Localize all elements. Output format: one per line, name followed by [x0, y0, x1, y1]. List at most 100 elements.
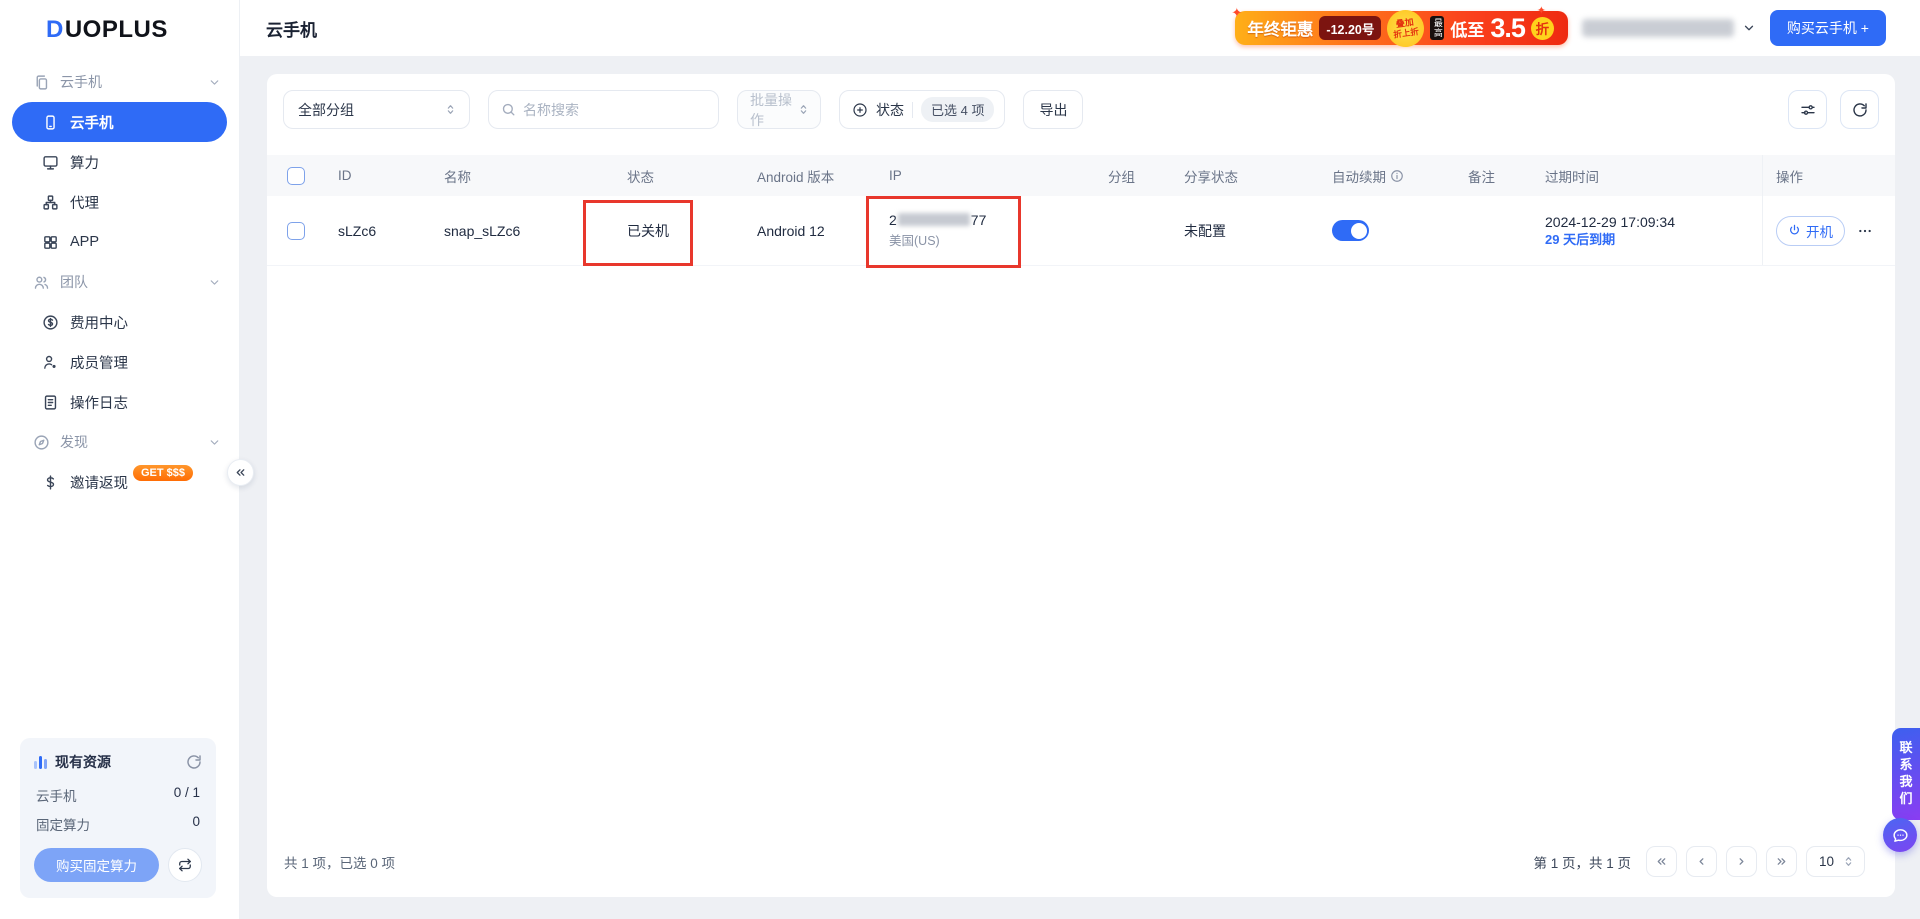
swap-resource-button[interactable]	[168, 848, 202, 882]
more-actions-button[interactable]	[1854, 220, 1876, 242]
divider	[912, 102, 913, 118]
status-filter-label: 状态	[876, 100, 904, 120]
status-selected-count: 已选 4 项	[921, 97, 994, 122]
refresh-list-button[interactable]	[1840, 90, 1879, 129]
column-header-name: 名称	[431, 155, 614, 196]
account-menu[interactable]	[1582, 19, 1756, 37]
sidebar-item-label: 邀请返现	[70, 472, 128, 493]
toolbar: 全部分组 批量操作 状态 已选 4 项 导出	[267, 74, 1895, 129]
sidebar-item-proxy[interactable]: 代理	[12, 182, 227, 222]
next-page-button[interactable]	[1726, 846, 1757, 877]
cell-id: sLZc6	[325, 196, 431, 265]
sidebar-item-logs[interactable]: 操作日志	[12, 382, 227, 422]
page-title: 云手机	[266, 16, 317, 41]
refresh-icon[interactable]	[186, 754, 202, 770]
batch-actions-select[interactable]: 批量操作	[737, 90, 821, 129]
auto-renew-toggle[interactable]	[1332, 220, 1369, 241]
sidebar-item-label: 算力	[70, 152, 99, 173]
updown-chevron-icon	[797, 103, 810, 116]
chevron-left-icon	[1695, 855, 1708, 868]
toggle-knob	[1351, 223, 1367, 239]
sparkle-icon: ✦	[1231, 5, 1242, 21]
resource-row-fixed-compute: 固定算力 0	[36, 814, 200, 834]
column-header-actions: 操作	[1762, 155, 1895, 196]
sliders-icon	[1800, 102, 1816, 118]
group-filter-select[interactable]: 全部分组	[283, 90, 470, 129]
sidebar-group-label: 云手机	[60, 72, 102, 92]
select-all-checkbox[interactable]	[287, 167, 305, 185]
bar-chart-icon	[34, 756, 47, 769]
column-settings-button[interactable]	[1788, 90, 1827, 129]
resource-panel: 现有资源 云手机 0 / 1 固定算力 0 购买固定算力	[20, 738, 216, 898]
sidebar: DUOPLUS 云手机 云手机 算力 代理 APP 团队 费用中心 成员管理 操…	[0, 0, 240, 919]
updown-chevron-icon	[444, 103, 457, 116]
account-name-redacted	[1582, 19, 1734, 37]
sidebar-group-cloud-phone[interactable]: 云手机	[0, 62, 239, 102]
prev-page-button[interactable]	[1686, 846, 1717, 877]
sidebar-item-cloud-phone[interactable]: 云手机	[12, 102, 227, 142]
promo-date-badge: -12.20号	[1319, 16, 1381, 40]
cell-status: 已关机	[614, 196, 744, 265]
cell-remark	[1455, 196, 1532, 265]
contact-us-tab[interactable]: 联系我们	[1892, 728, 1920, 820]
column-header-expire: 过期时间	[1532, 155, 1762, 196]
sidebar-item-app[interactable]: APP	[12, 222, 227, 262]
sidebar-group-label: 团队	[60, 272, 88, 292]
page-size-value: 10	[1819, 854, 1834, 869]
team-icon	[33, 274, 50, 291]
buy-fixed-compute-button[interactable]: 购买固定算力	[34, 848, 159, 882]
promo-low-to: 低至	[1450, 16, 1484, 41]
dollar-icon	[42, 474, 59, 491]
monitor-icon	[42, 154, 59, 171]
cloud-phone-list-card: 全部分组 批量操作 状态 已选 4 项 导出	[267, 74, 1895, 897]
sidebar-item-compute[interactable]: 算力	[12, 142, 227, 182]
chat-bubble-button[interactable]	[1883, 818, 1917, 852]
chat-icon	[1892, 827, 1909, 844]
info-icon[interactable]	[1390, 169, 1404, 183]
resource-panel-title: 现有资源	[55, 752, 111, 772]
sidebar-group-team[interactable]: 团队	[0, 262, 239, 302]
sidebar-item-members[interactable]: 成员管理	[12, 342, 227, 382]
cell-name: snap_sLZc6	[431, 196, 614, 265]
cell-auto-renew	[1319, 196, 1455, 265]
status-filter-chip[interactable]: 状态 已选 4 项	[839, 90, 1005, 129]
export-button[interactable]: 导出	[1023, 90, 1083, 129]
sidebar-group-discover[interactable]: 发现	[0, 422, 239, 462]
logo-letter-d: D	[46, 16, 64, 44]
pagination-summary: 共 1 项，已选 0 项	[284, 852, 395, 872]
sidebar-collapse-button[interactable]	[227, 459, 254, 486]
cell-ip: 277 美国(US)	[876, 196, 1095, 265]
chevron-right-icon	[1735, 855, 1748, 868]
resource-label: 固定算力	[36, 814, 90, 834]
power-on-label: 开机	[1806, 221, 1833, 241]
contact-us-label: 联系我们	[1899, 739, 1913, 807]
sidebar-item-label: 费用中心	[70, 312, 128, 333]
sidebar-item-invite[interactable]: 邀请返现 GET $$$	[12, 462, 227, 502]
chevron-down-icon	[208, 276, 221, 289]
sidebar-item-label: APP	[70, 234, 99, 250]
search-input[interactable]	[523, 102, 706, 118]
sidebar-item-label: 操作日志	[70, 392, 128, 413]
cell-group	[1095, 196, 1171, 265]
first-page-button[interactable]	[1646, 846, 1677, 877]
last-page-button[interactable]	[1766, 846, 1797, 877]
page-size-select[interactable]: 10	[1806, 846, 1865, 877]
power-icon	[1788, 224, 1801, 237]
promo-banner[interactable]: ✦ 年终钜惠 -12.20号 叠加 折上折 最高 低至 3.5 折 ✦	[1235, 11, 1568, 45]
name-search-field	[488, 90, 719, 129]
device-table: ID 名称 状态 Android 版本 IP 分组 分享状态 自动续期 备注 过…	[267, 155, 1895, 266]
chevron-down-icon	[1742, 21, 1756, 35]
sidebar-group-label: 发现	[60, 432, 88, 452]
buy-cloud-phone-button[interactable]: 购买云手机 +	[1770, 10, 1886, 46]
duoplus-logo: DUOPLUS	[46, 16, 239, 44]
resource-value: 0	[192, 814, 200, 834]
updown-chevron-icon	[1842, 855, 1855, 868]
row-checkbox[interactable]	[287, 222, 305, 240]
sidebar-item-billing[interactable]: 费用中心	[12, 302, 227, 342]
topbar: 云手机 ✦ 年终钜惠 -12.20号 叠加 折上折 最高 低至 3.5 折 ✦ …	[240, 0, 1920, 57]
repeat-icon	[178, 858, 192, 872]
chevron-down-icon	[208, 436, 221, 449]
column-header-group: 分组	[1095, 155, 1171, 196]
double-chevron-left-icon	[234, 466, 247, 479]
power-on-button[interactable]: 开机	[1776, 216, 1845, 246]
